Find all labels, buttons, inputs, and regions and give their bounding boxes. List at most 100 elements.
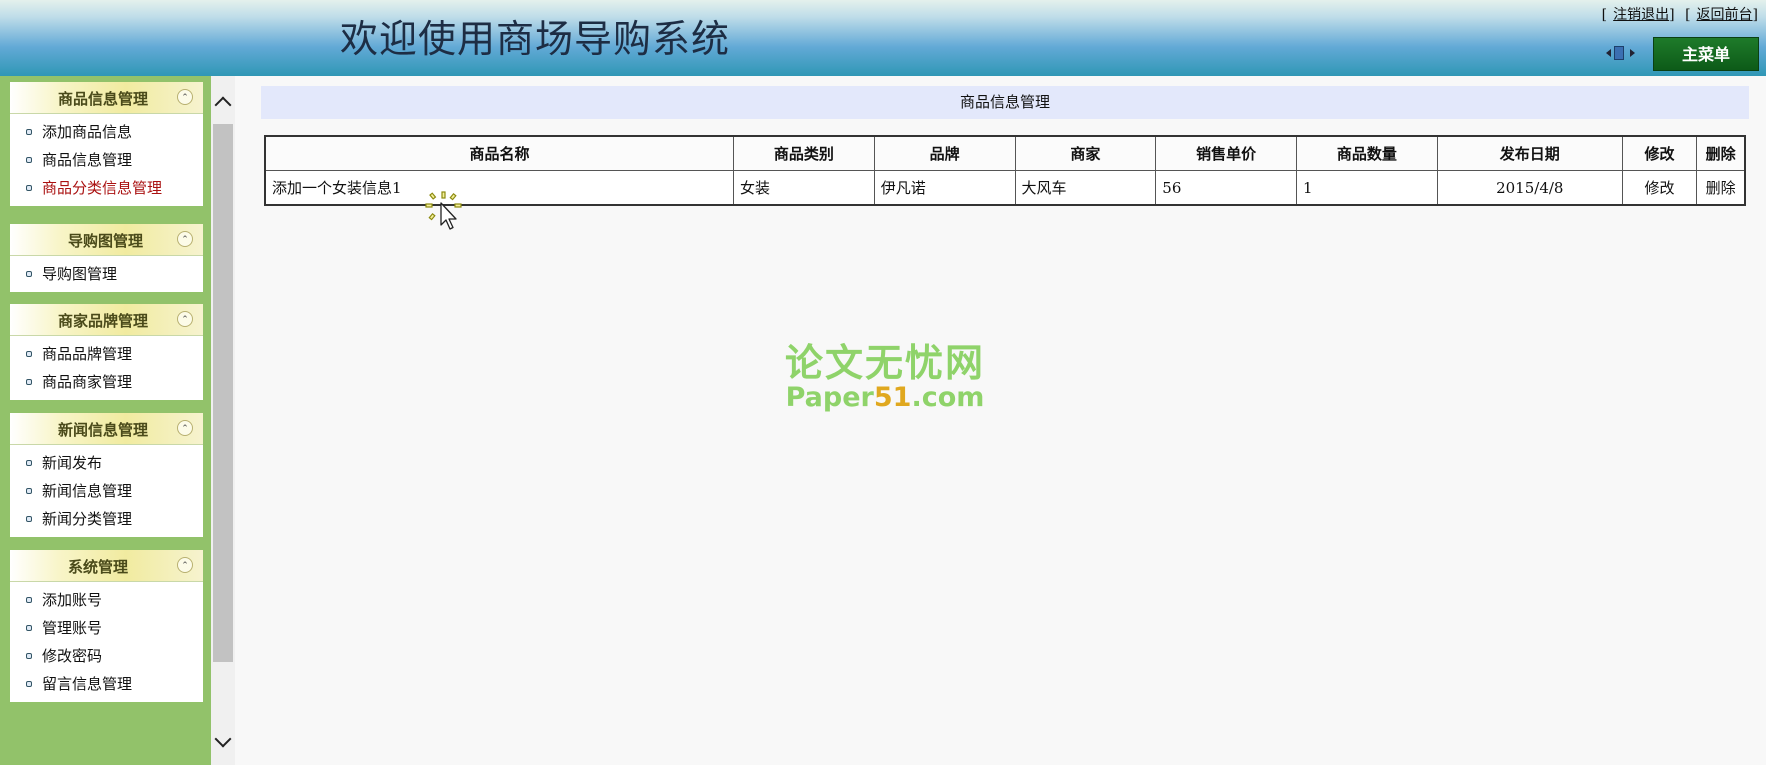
- sidebar-item-label: 添加商品信息: [42, 123, 133, 141]
- sidebar-item-label: 修改密码: [42, 647, 103, 665]
- section-header-guide[interactable]: 导购图管理 ⌃: [10, 224, 203, 256]
- section-title: 系统管理: [68, 558, 129, 576]
- arrow-right-icon[interactable]: [1630, 49, 1635, 57]
- logout-link[interactable]: [注销退出]: [1602, 7, 1675, 23]
- cell-publish-date: 2015/4/8: [1436, 170, 1623, 206]
- column-header: 商家: [1014, 135, 1157, 171]
- collapse-icon[interactable]: ⌃: [177, 557, 193, 573]
- sidebar-item-label: 商品分类信息管理: [42, 179, 163, 197]
- collapse-icon[interactable]: ⌃: [177, 231, 193, 247]
- header-bar: 欢迎使用商场导购系统 [注销退出] [返回前台] 主菜单: [0, 0, 1766, 76]
- collapse-icon[interactable]: ⌃: [177, 311, 193, 327]
- bullet-icon: [26, 625, 32, 631]
- edit-link[interactable]: 修改: [1621, 170, 1698, 206]
- sidebar-section-brand: 商家品牌管理 ⌃ 商品品牌管理 商品商家管理: [10, 304, 203, 400]
- sidebar-item-news-manage[interactable]: 新闻信息管理: [10, 477, 203, 505]
- column-header: 发布日期: [1436, 135, 1623, 171]
- front-page-link[interactable]: [返回前台]: [1685, 7, 1758, 23]
- bullet-icon: [26, 271, 32, 277]
- sidebar-item-goods-manage[interactable]: 商品信息管理: [10, 146, 203, 174]
- cell-quantity: 1: [1296, 170, 1438, 206]
- column-header: 商品名称: [264, 135, 735, 171]
- arrow-left-icon[interactable]: [1606, 49, 1611, 57]
- table-header-row: 商品名称 商品类别 品牌 商家 销售单价 商品数量 发布日期 修改 删除: [264, 135, 1746, 171]
- goods-table: 商品名称 商品类别 品牌 商家 销售单价 商品数量 发布日期 修改 删除 添加一…: [264, 135, 1746, 206]
- sidebar: 商品信息管理 ⌃ 添加商品信息 商品信息管理 商品分类信息管理 导购图管理 ⌃ …: [0, 76, 211, 765]
- sidebar-item-guide-map[interactable]: 导购图管理: [10, 260, 203, 288]
- scroll-up-chevron-icon[interactable]: [211, 94, 235, 116]
- sidebar-item-news-publish[interactable]: 新闻发布: [10, 449, 203, 477]
- watermark-domain: .com: [911, 382, 985, 413]
- collapse-icon[interactable]: ⌃: [177, 420, 193, 436]
- sidebar-item-news-category[interactable]: 新闻分类管理: [10, 505, 203, 533]
- sidebar-scrollbar[interactable]: [211, 76, 235, 765]
- delete-link[interactable]: 删除: [1696, 170, 1746, 206]
- panel-icon: [1614, 46, 1624, 60]
- bullet-icon: [26, 488, 32, 494]
- section-title: 导购图管理: [68, 232, 144, 250]
- bullet-icon: [26, 185, 32, 191]
- section-header-brand[interactable]: 商家品牌管理 ⌃: [10, 304, 203, 336]
- section-title: 商品信息管理: [58, 90, 149, 108]
- sidebar-item-merchant-manage[interactable]: 商品商家管理: [10, 368, 203, 396]
- scroll-thumb[interactable]: [213, 124, 233, 662]
- menu-toggle-arrows-icon[interactable]: [1606, 44, 1640, 62]
- sidebar-item-add-goods[interactable]: 添加商品信息: [10, 118, 203, 146]
- column-header: 修改: [1621, 135, 1698, 171]
- top-links: [注销退出] [返回前台]: [1596, 4, 1758, 24]
- collapse-icon[interactable]: ⌃: [177, 89, 193, 105]
- sidebar-item-label: 新闻分类管理: [42, 510, 133, 528]
- sidebar-section-guide: 导购图管理 ⌃ 导购图管理: [10, 224, 203, 292]
- column-header: 删除: [1696, 135, 1746, 171]
- mouse-cursor-icon: [425, 191, 462, 230]
- sidebar-item-manage-account[interactable]: 管理账号: [10, 614, 203, 642]
- cell-price: 56: [1155, 170, 1298, 206]
- bullet-icon: [26, 681, 32, 687]
- cell-merchant: 大风车: [1014, 170, 1157, 206]
- watermark-line2: Paper51.com: [780, 383, 990, 413]
- bullet-icon: [26, 129, 32, 135]
- cell-category: 女装: [733, 170, 875, 206]
- bullet-icon: [26, 157, 32, 163]
- bullet-icon: [26, 516, 32, 522]
- bullet-icon: [26, 379, 32, 385]
- system-title: 欢迎使用商场导购系统: [340, 17, 731, 61]
- scroll-down-chevron-icon[interactable]: [211, 730, 235, 753]
- section-header-news[interactable]: 新闻信息管理 ⌃: [10, 413, 203, 445]
- page-title: 商品信息管理: [261, 86, 1749, 119]
- section-title: 商家品牌管理: [58, 312, 149, 330]
- column-header: 品牌: [873, 135, 1016, 171]
- column-header: 商品类别: [733, 135, 875, 171]
- sidebar-item-message-manage[interactable]: 留言信息管理: [10, 670, 203, 698]
- column-header: 商品数量: [1296, 135, 1438, 171]
- front-page-link-label[interactable]: 返回前台: [1697, 7, 1753, 23]
- sidebar-item-add-account[interactable]: 添加账号: [10, 586, 203, 614]
- sidebar-item-label: 商品信息管理: [42, 151, 133, 169]
- logout-link-label[interactable]: 注销退出: [1613, 7, 1669, 23]
- section-header-goods[interactable]: 商品信息管理 ⌃: [10, 82, 203, 114]
- sidebar-item-label: 商品品牌管理: [42, 345, 133, 363]
- sidebar-section-goods: 商品信息管理 ⌃ 添加商品信息 商品信息管理 商品分类信息管理: [10, 82, 203, 206]
- sidebar-item-label: 商品商家管理: [42, 373, 133, 391]
- cell-goods-name: 添加一个女装信息1: [264, 170, 735, 206]
- watermark-line1: 论文无忧网: [784, 341, 985, 385]
- watermark-text: Paper: [785, 382, 874, 413]
- section-header-system[interactable]: 系统管理 ⌃: [10, 550, 203, 582]
- sidebar-item-label: 管理账号: [42, 619, 103, 637]
- watermark-number: 51: [873, 382, 912, 413]
- table-row: 添加一个女装信息1 女装 伊凡诺 大风车 56 1 2015/4/8 修改 删除: [264, 170, 1746, 206]
- sidebar-item-brand-manage[interactable]: 商品品牌管理: [10, 340, 203, 368]
- watermark: 论文无忧网 Paper51.com: [780, 343, 990, 413]
- main-content: 商品信息管理 商品名称 商品类别 品牌 商家 销售单价 商品数量 发布日期 修改…: [235, 76, 1766, 765]
- main-menu-button[interactable]: 主菜单: [1653, 37, 1759, 71]
- sidebar-section-news: 新闻信息管理 ⌃ 新闻发布 新闻信息管理 新闻分类管理: [10, 413, 203, 537]
- sidebar-item-label: 新闻信息管理: [42, 482, 133, 500]
- bullet-icon: [26, 460, 32, 466]
- sidebar-item-goods-category[interactable]: 商品分类信息管理: [10, 174, 203, 202]
- section-title: 新闻信息管理: [58, 421, 149, 439]
- column-header: 销售单价: [1155, 135, 1298, 171]
- bullet-icon: [26, 597, 32, 603]
- bullet-icon: [26, 653, 32, 659]
- bullet-icon: [26, 351, 32, 357]
- sidebar-item-change-password[interactable]: 修改密码: [10, 642, 203, 670]
